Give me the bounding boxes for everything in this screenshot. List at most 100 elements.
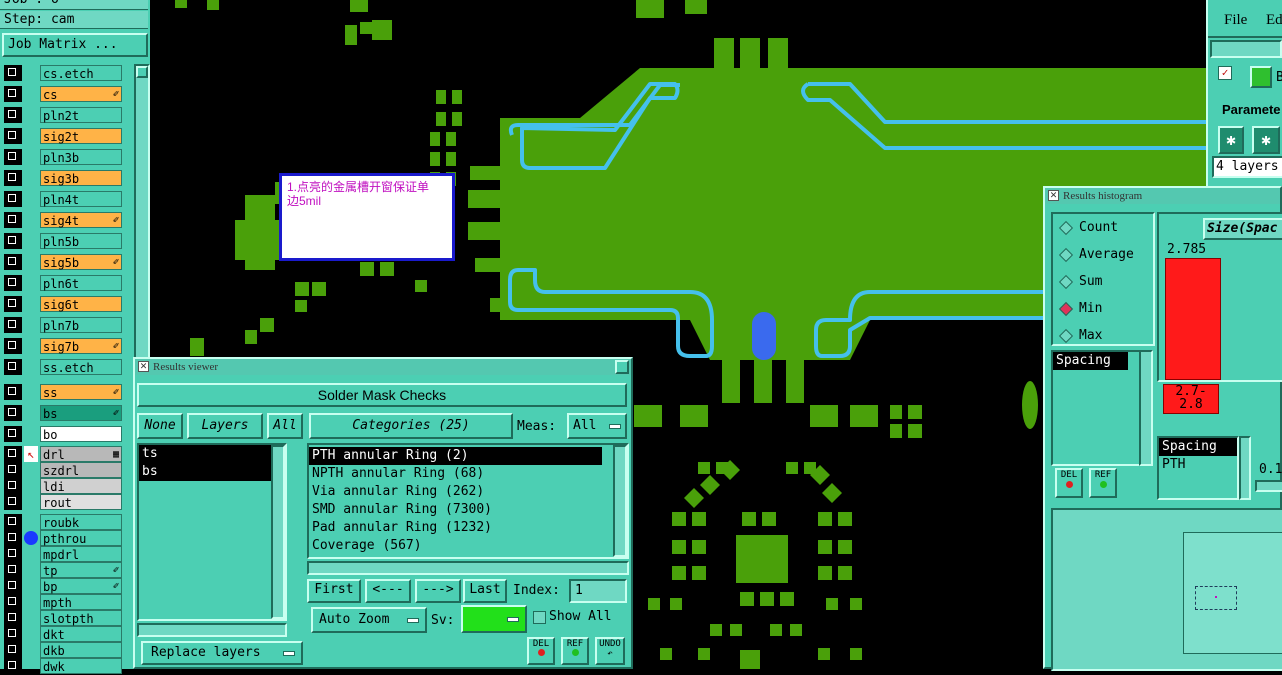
layer-name[interactable]: szdrl [40, 462, 122, 478]
layer-row[interactable]: ss.etch [4, 359, 122, 375]
layers-list-scrollbar[interactable] [271, 445, 285, 619]
auto-zoom-dropdown[interactable]: Auto Zoom [311, 607, 427, 633]
layer-name[interactable]: sig3b [40, 170, 122, 186]
layer-name[interactable]: sig6t [40, 296, 122, 312]
small-slider[interactable] [1255, 480, 1282, 492]
layer-name[interactable]: pln2t [40, 107, 122, 123]
layer-name[interactable]: sig2t [40, 128, 122, 144]
layer-checkbox[interactable] [4, 170, 22, 186]
layer-name[interactable]: pln7b [40, 317, 122, 333]
layer-checkbox[interactable] [4, 426, 22, 442]
layer-checkbox[interactable] [4, 610, 22, 626]
layer-row[interactable]: cs.etch [4, 65, 122, 81]
edit-menu[interactable]: Ed [1266, 12, 1282, 29]
category-item[interactable]: SMD annular Ring (7300) [309, 501, 602, 519]
layer-name[interactable]: sig5b ✐ [40, 254, 122, 270]
layer-row[interactable]: dkb [4, 642, 122, 658]
layer-row[interactable]: bs ✐ [4, 405, 122, 421]
layer-checkbox[interactable] [4, 462, 22, 478]
layer-row[interactable]: pln5b [4, 233, 122, 249]
layer-name[interactable]: rout [40, 494, 122, 510]
last-button[interactable]: Last [463, 579, 507, 603]
layer-row[interactable]: pthrou [4, 530, 122, 546]
radio-diamond-icon[interactable] [1058, 274, 1074, 289]
layers-list-hscroll[interactable] [137, 623, 287, 637]
radio-diamond-icon[interactable] [1058, 328, 1074, 343]
category-item[interactable]: PTH annular Ring (2) [309, 447, 602, 465]
layer-name[interactable]: mpth [40, 594, 122, 610]
layer-checkbox[interactable] [4, 86, 22, 102]
type-spacing-item[interactable]: Spacing [1159, 438, 1237, 456]
histogram-spacing-list[interactable]: Spacing [1051, 350, 1147, 466]
layer-checkbox[interactable] [4, 128, 22, 144]
layer-checkbox[interactable] [4, 384, 22, 400]
layer-checkbox[interactable] [4, 405, 22, 421]
layer-checkbox[interactable] [4, 212, 22, 228]
layer-checkbox[interactable] [4, 514, 22, 530]
layer-icon[interactable] [1250, 66, 1272, 88]
layer-row[interactable]: pln2t [4, 107, 122, 123]
layer-checkbox[interactable] [4, 149, 22, 165]
layer-row[interactable]: mpdrl [4, 546, 122, 562]
layer-row[interactable]: ss ✐ [4, 384, 122, 400]
layer-checkbox[interactable] [4, 446, 22, 462]
layer-checkbox[interactable] [4, 478, 22, 494]
layer-name[interactable]: cs.etch [40, 65, 122, 81]
type-list-scrollbar[interactable] [1239, 436, 1251, 500]
stat-option[interactable]: Min [1058, 301, 1153, 328]
file-menu[interactable]: File [1224, 12, 1247, 29]
layer-row[interactable]: sig2t [4, 128, 122, 144]
layer-row[interactable]: slotpth [4, 610, 122, 626]
layer-checkbox[interactable] [4, 254, 22, 270]
meas-dropdown[interactable]: All [567, 413, 627, 439]
tool-icon-1[interactable]: ✱ [1218, 126, 1244, 154]
radio-diamond-icon[interactable] [1058, 220, 1074, 235]
layer-name[interactable]: roubk [40, 514, 122, 530]
prev-button[interactable]: <--- [365, 579, 411, 603]
category-item[interactable]: NPTH annular Ring (68) [309, 465, 602, 483]
layer-row[interactable]: ↖ drl ▦ [4, 446, 122, 462]
layer-checkbox[interactable] [4, 191, 22, 207]
layer-name[interactable]: sig7b ✐ [40, 338, 122, 354]
layer-name[interactable]: mpdrl [40, 546, 122, 562]
layer-row[interactable]: ldi [4, 478, 122, 494]
replace-layers-dropdown[interactable]: Replace layers [141, 641, 303, 665]
layer-name[interactable]: pthrou [40, 530, 122, 546]
tool-icon-2[interactable]: ✱ [1252, 126, 1280, 154]
layer-checkbox[interactable] [4, 338, 22, 354]
layers-list-item[interactable]: ts [139, 445, 280, 463]
layer-checkbox[interactable] [4, 562, 22, 578]
preview-selection[interactable] [1195, 586, 1237, 610]
layer-checkbox[interactable] [4, 296, 22, 312]
layer-row[interactable]: bo [4, 426, 122, 442]
layer-name[interactable]: sig4t ✐ [40, 212, 122, 228]
layer-checkbox[interactable] [4, 594, 22, 610]
layer-name[interactable]: dkt [40, 626, 122, 642]
layer-name[interactable]: pln6t [40, 275, 122, 291]
type-list[interactable]: Spacing PTH [1157, 436, 1239, 500]
categories-list-scrollbar[interactable] [613, 445, 627, 557]
job-matrix-button[interactable]: Job Matrix ... [2, 33, 148, 57]
layer-name[interactable]: dwk [40, 658, 122, 674]
layer-row[interactable]: bp ✐ [4, 578, 122, 594]
layer-row[interactable]: dkt [4, 626, 122, 642]
layer-row[interactable]: pln4t [4, 191, 122, 207]
category-item[interactable]: Pad annular Ring (1232) [309, 519, 602, 537]
all-layers-button[interactable]: All [267, 413, 303, 439]
category-item[interactable]: Via annular Ring (262) [309, 483, 602, 501]
layer-row[interactable]: sig3b [4, 170, 122, 186]
layer-row[interactable]: tp ✐ [4, 562, 122, 578]
layer-row[interactable]: pln3b [4, 149, 122, 165]
close-icon[interactable]: ✕ [1048, 190, 1059, 201]
scroll-up-arrow[interactable] [136, 66, 148, 78]
layer-row[interactable]: roubk [4, 514, 122, 530]
layer-checkbox[interactable] [4, 658, 22, 674]
layer-row[interactable]: mpth [4, 594, 122, 610]
layer-name[interactable]: bp ✐ [40, 578, 122, 594]
layer-name[interactable]: cs ✐ [40, 86, 122, 102]
layer-checkbox[interactable] [4, 233, 22, 249]
layers-list[interactable]: ts bs [137, 443, 287, 621]
category-item[interactable]: Coverage (567) [309, 537, 602, 555]
index-input[interactable]: 1 [569, 579, 627, 603]
layer-name[interactable]: ss.etch [40, 359, 122, 375]
